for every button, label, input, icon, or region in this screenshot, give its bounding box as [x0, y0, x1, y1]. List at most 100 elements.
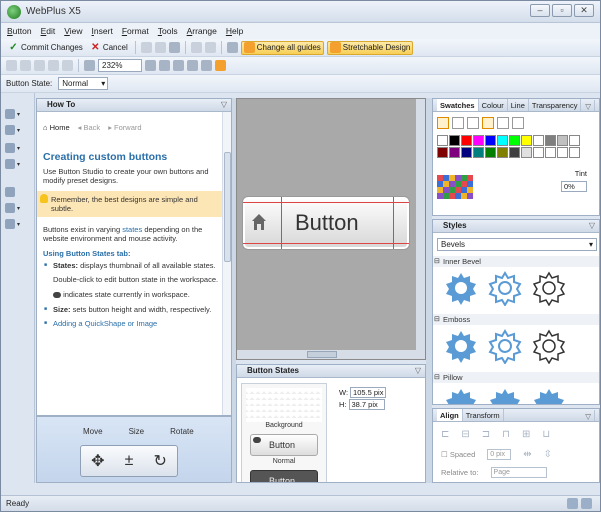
commit-changes-button[interactable]: ✓ Commit Changes — [6, 41, 85, 55]
minimize-button[interactable]: ‒ — [530, 4, 550, 17]
gear-icon[interactable] — [443, 328, 479, 364]
align-left-icon[interactable] — [6, 60, 17, 71]
preview-icon[interactable] — [215, 60, 226, 71]
zoom-out-icon[interactable] — [145, 60, 156, 71]
distribute-vertical-icon[interactable]: ⇳ — [544, 449, 552, 460]
swatch[interactable] — [473, 135, 484, 146]
swatch[interactable] — [569, 135, 580, 146]
swatch[interactable] — [509, 135, 520, 146]
quickshape-link[interactable]: Adding a QuickShape or Image — [53, 319, 157, 328]
panel-menu-icon[interactable]: ▽ — [582, 100, 595, 111]
swatch[interactable] — [473, 147, 484, 158]
height-input[interactable]: 38.7 pix — [348, 399, 385, 410]
tab-transform[interactable]: Transform — [463, 409, 504, 421]
panel-menu-icon[interactable]: ▽ — [415, 365, 421, 377]
group-pillow[interactable]: Pillow — [433, 372, 599, 383]
swatch[interactable] — [545, 135, 556, 146]
button-state-select[interactable]: Normal — [58, 77, 109, 90]
states-link[interactable]: states — [122, 225, 142, 234]
align-middle-icon[interactable]: ⊞ — [522, 429, 530, 440]
home-link[interactable]: ⌂ Home — [43, 123, 70, 132]
menu-tools[interactable]: Tools — [158, 26, 178, 36]
tab-line[interactable]: Line — [508, 99, 529, 111]
redo-icon[interactable] — [204, 42, 216, 53]
swatch[interactable] — [461, 135, 472, 146]
gear-icon[interactable] — [531, 328, 567, 364]
menu-view[interactable]: View — [64, 26, 82, 36]
copy-icon[interactable] — [154, 42, 166, 53]
align-center-icon[interactable] — [20, 60, 31, 71]
distribute-horizontal-icon[interactable]: ⇹ — [523, 449, 531, 460]
swatch[interactable] — [497, 147, 508, 158]
group-emboss[interactable]: Emboss — [433, 314, 599, 325]
swatch[interactable] — [569, 147, 580, 158]
canvas-horizontal-scrollbar[interactable] — [237, 350, 425, 359]
styles-category-select[interactable]: Bevels — [437, 238, 597, 251]
shape-tool[interactable]: ▾ — [5, 157, 29, 171]
pan-icon[interactable] — [173, 60, 184, 71]
back-link[interactable]: ◂ Back — [78, 123, 101, 132]
guide-line[interactable] — [393, 197, 394, 249]
pointer-status-icon[interactable] — [567, 498, 578, 509]
workspace-button[interactable]: Button — [242, 196, 410, 250]
menu-format[interactable]: Format — [122, 26, 149, 36]
swatch[interactable] — [509, 147, 520, 158]
distribute-icon[interactable] — [48, 60, 59, 71]
layout-icon[interactable] — [226, 42, 238, 53]
state-background[interactable]: Background — [246, 388, 322, 429]
palette-thumbnail[interactable] — [437, 175, 473, 199]
swatch[interactable] — [557, 147, 568, 158]
align-center-icon[interactable]: ⊟ — [461, 429, 469, 440]
how-to-scrollbar[interactable] — [222, 112, 231, 415]
panel-menu-icon[interactable]: ▽ — [221, 99, 227, 111]
panel-menu-icon[interactable]: ▽ — [582, 410, 595, 421]
fit-page-icon[interactable] — [187, 60, 198, 71]
tab-transparency[interactable]: Transparency — [529, 99, 582, 111]
zoom-icon[interactable] — [84, 60, 95, 71]
swatch[interactable] — [557, 135, 568, 146]
forward-link[interactable]: ▸ Forward — [108, 123, 141, 132]
undo-icon[interactable] — [190, 42, 202, 53]
spaced-checkbox[interactable]: ☐ Spaced — [441, 450, 475, 459]
pen-tool[interactable]: ▾ — [5, 217, 29, 231]
swatch[interactable] — [437, 135, 448, 146]
panel-menu-icon[interactable]: ▽ — [589, 220, 595, 232]
guide-line[interactable] — [243, 202, 409, 203]
tab-align[interactable]: Align — [437, 409, 463, 421]
spaced-input[interactable]: 0 pix — [487, 449, 512, 460]
tab-colour[interactable]: Colour — [479, 99, 508, 111]
tab-swatches[interactable]: Swatches — [437, 99, 479, 111]
scroll-thumb[interactable] — [224, 152, 231, 262]
swatch[interactable] — [437, 147, 448, 158]
gear-icon[interactable] — [531, 386, 567, 405]
align-left-icon[interactable]: ⊏ — [441, 429, 449, 440]
color-picker-icon[interactable] — [512, 117, 524, 129]
maximize-button[interactable]: ▫ — [552, 4, 572, 17]
swatch[interactable] — [521, 135, 532, 146]
swatch[interactable] — [461, 147, 472, 158]
gear-icon[interactable] — [487, 328, 523, 364]
paste-icon[interactable] — [168, 42, 180, 53]
menu-arrange[interactable]: Arrange — [187, 26, 217, 36]
resize-plus-minus-icon[interactable]: ± — [125, 452, 134, 470]
rotate-icon[interactable]: ↻ — [154, 451, 167, 471]
document-palette-icon[interactable] — [482, 117, 494, 129]
swatch[interactable] — [533, 147, 544, 158]
page-status-icon[interactable] — [581, 498, 592, 509]
align-right-icon[interactable] — [34, 60, 45, 71]
palette-menu-icon[interactable] — [497, 117, 509, 129]
change-all-guides-button[interactable]: Change all guides — [240, 40, 324, 55]
state-normal[interactable]: Button Normal — [246, 432, 322, 465]
scroll-thumb[interactable] — [307, 351, 337, 358]
swatch[interactable] — [497, 135, 508, 146]
arrange-icon[interactable] — [62, 60, 73, 71]
gear-icon[interactable] — [443, 386, 479, 405]
swatch[interactable] — [521, 147, 532, 158]
close-button[interactable]: ✕ — [574, 4, 594, 17]
state-hover[interactable]: Button — [246, 468, 322, 482]
swatch[interactable] — [533, 135, 544, 146]
group-inner-bevel[interactable]: Inner Bevel — [433, 256, 599, 267]
menu-help[interactable]: Help — [226, 26, 243, 36]
relative-to-select[interactable]: Page — [490, 467, 547, 478]
actual-size-icon[interactable] — [201, 60, 212, 71]
